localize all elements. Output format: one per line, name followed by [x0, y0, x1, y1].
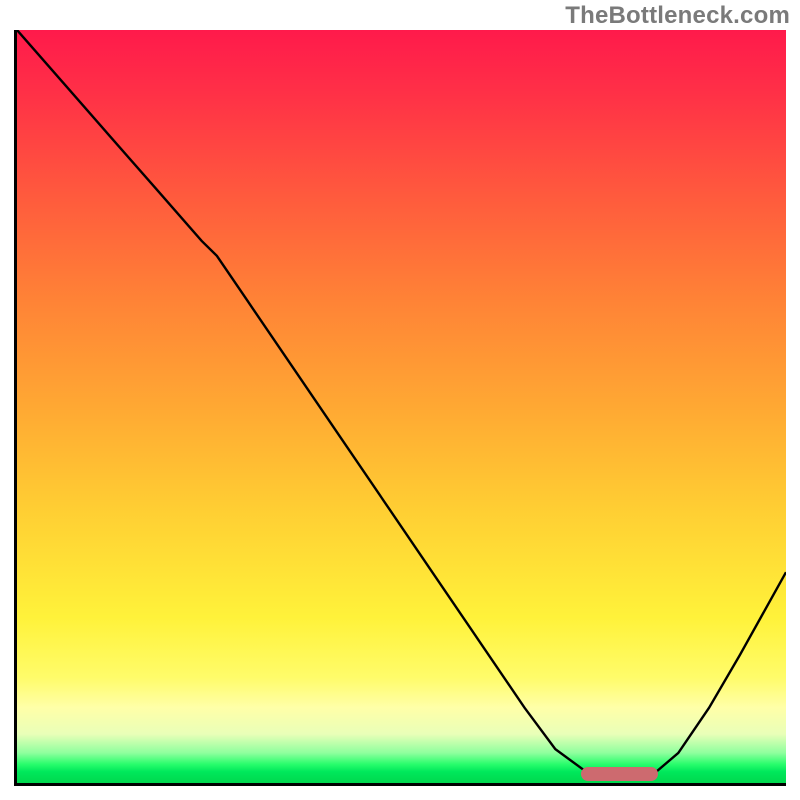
plot-area [14, 30, 786, 786]
bottleneck-curve-path [17, 30, 786, 779]
watermark-text: TheBottleneck.com [565, 2, 790, 30]
curve-svg [17, 30, 786, 783]
optimal-range-marker [581, 767, 658, 781]
chart-container: TheBottleneck.com [0, 0, 800, 800]
